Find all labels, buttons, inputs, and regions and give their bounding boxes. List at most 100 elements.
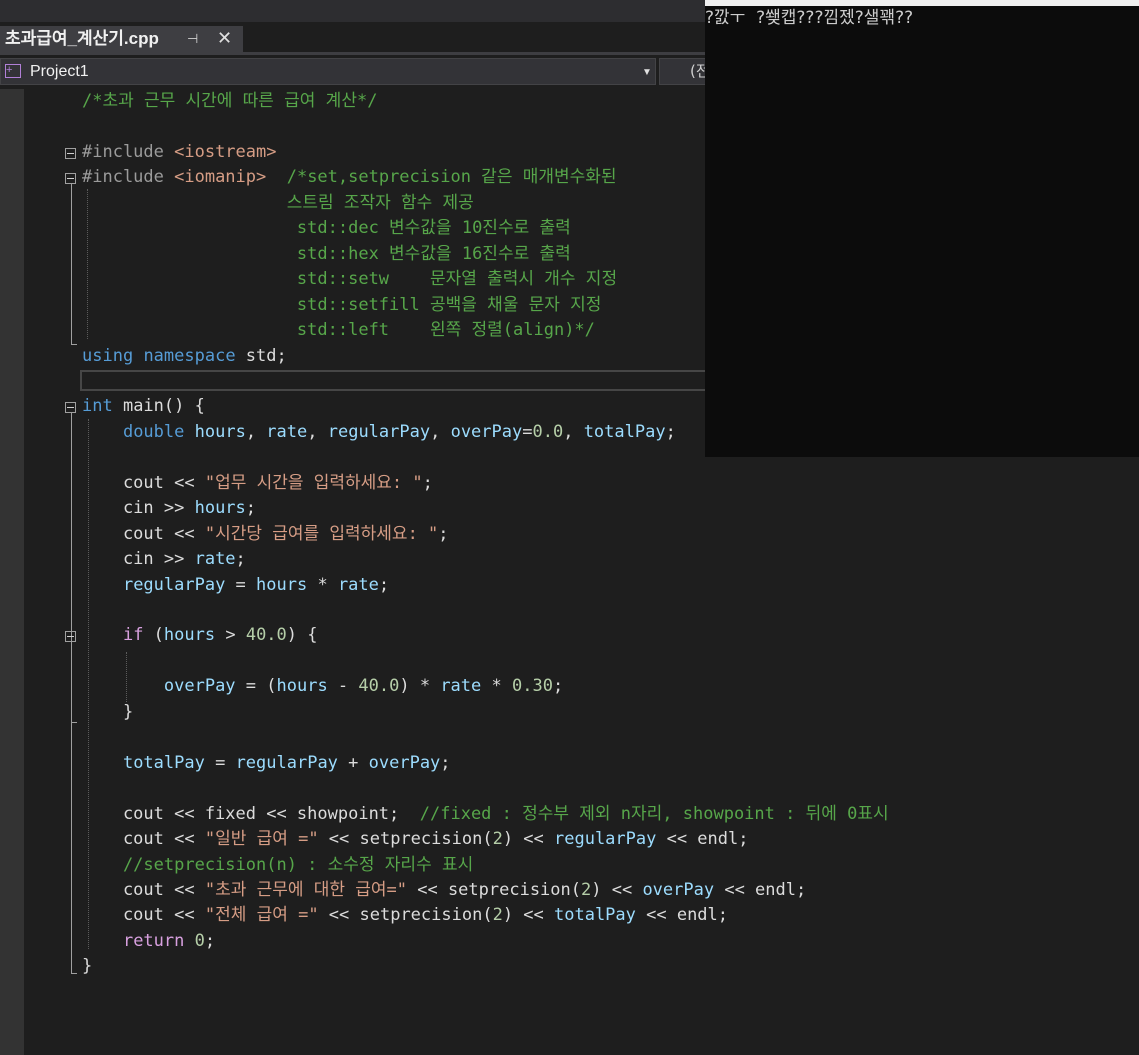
code-token: totalPay [122,752,205,773]
code-token: 2 [492,829,503,850]
code-token: regularPay [327,421,431,442]
code-token: 2 [581,879,592,900]
project-dropdown-label: Project1 [30,63,89,80]
code-token: ; [378,574,390,595]
code-token: 40.0 [245,625,287,646]
code-token: /*set,setprecision 같은 매개변수화된 [266,167,617,188]
code-token: <iostream> [174,141,277,162]
code-token: rate [266,421,308,442]
code-token: 0.30 [511,676,553,697]
code-token: hours [163,625,216,646]
code-line: totalPay = regularPay + overPay; [82,751,451,776]
tab-underline [0,52,705,55]
dropdown-arrow-icon: ▼ [642,67,652,78]
code-token: #include [82,167,175,188]
code-token: cout << [82,829,205,850]
collapse-toggle-icon[interactable] [65,148,76,159]
code-token: using [82,345,134,366]
code-token: hours [276,676,328,697]
code-token: ) * [399,676,441,697]
code-token: double [122,421,185,442]
fold-line-end [71,722,77,723]
pin-icon[interactable]: ⊣ [187,26,198,52]
code-line: cout << "일반 급여 =" << setprecision(2) << … [82,827,749,852]
code-token: return [122,930,185,951]
code-token: + [337,752,369,773]
collapse-toggle-icon[interactable] [65,402,76,413]
code-line: std::setfill 공백을 채울 문자 지정 [82,293,602,318]
code-token: = [204,752,236,773]
code-token: "시간당 급여를 입력하세요: " [204,523,439,544]
code-token: cin >> [82,549,195,570]
code-token: } [82,956,93,977]
code-token: << endl; [635,905,729,926]
code-token: cout << fixed << showpoint; [82,803,420,824]
collapse-toggle-icon[interactable] [65,631,76,642]
code-token: rate [440,676,482,697]
code-token: overPay [163,676,236,697]
close-icon[interactable]: ✕ [217,25,232,51]
code-token: - [327,676,359,697]
code-token: rate [194,549,236,570]
code-token: std; [235,345,287,366]
code-line: std::setw 문자열 출력시 개수 지정 [82,267,617,292]
fold-line-end [71,973,77,974]
code-line: double hours, rate, regularPay, overPay=… [82,420,676,445]
code-token: "업무 시간을 입력하세요: " [204,472,423,493]
code-token: std::left 왼쪽 정렬(align)*/ [82,320,595,341]
project-dropdown[interactable]: + Project1 ▼ [0,58,656,85]
console-title-bar[interactable] [705,0,1139,6]
code-token: ; [438,523,449,544]
editor-margin [0,89,24,1055]
code-token: ) << [502,905,554,926]
code-line: cout << "초과 근무에 대한 급여=" << setprecision(… [82,878,806,903]
code-line: overPay = (hours - 40.0) * rate * 0.30; [82,674,563,699]
code-token: ; [204,930,216,951]
navigation-bar: + Project1 ▼ (전 [0,57,705,87]
code-line: /*초과 근무 시간에 따른 급여 계산*/ [82,89,377,114]
code-token: 40.0 [358,676,400,697]
fold-line-end [71,344,77,345]
code-line: #include <iomanip> /*set,setprecision 같은… [82,165,617,190]
code-token: "초과 근무에 대한 급여=" [204,879,407,900]
code-line: cout << "전체 급여 =" << setprecision(2) << … [82,903,728,928]
code-token: , [430,421,451,442]
code-token: << endl; [714,879,807,900]
code-token: regularPay [554,829,657,850]
code-line: std::hex 변수값을 16진수로 출력 [82,242,571,267]
code-token: "전체 급여 =" [204,905,319,926]
console-window[interactable]: ?깘ㅜ ?쐦캡???낌젰?샐꽦?? [705,0,1139,457]
top-toolbar-strip [0,0,705,22]
code-token: , [307,421,328,442]
code-token: regularPay [122,574,226,595]
code-token: std::hex 변수값을 16진수로 출력 [82,243,571,264]
scope-dropdown[interactable]: (전 [659,58,705,85]
collapse-toggle-icon[interactable] [65,173,76,184]
code-token: << setprecision( [318,829,493,850]
code-token: , [563,421,584,442]
tab-title: 초과급여_계산기.cpp [5,29,159,48]
code-line: } [82,954,92,979]
code-token: << endl; [656,829,749,850]
code-token: cin >> [82,498,195,519]
code-token: int [82,396,113,417]
code-token: main() { [112,396,205,417]
code-line: if (hours > 40.0) { [82,623,318,648]
code-token: if [122,625,144,646]
code-token: 0 [194,930,205,951]
code-token: cout << [82,905,205,926]
editor-tab[interactable]: 초과급여_계산기.cpp ⊣ ✕ [0,26,243,52]
code-token: 2 [492,905,503,926]
code-line: #include <iostream> [82,140,276,165]
code-token: //fixed : 정수부 제외 n자리, showpoint : 뒤에 0표시 [419,803,889,824]
code-token: = ( [235,676,277,697]
code-token: * [307,574,338,595]
code-token: << setprecision( [318,905,493,926]
